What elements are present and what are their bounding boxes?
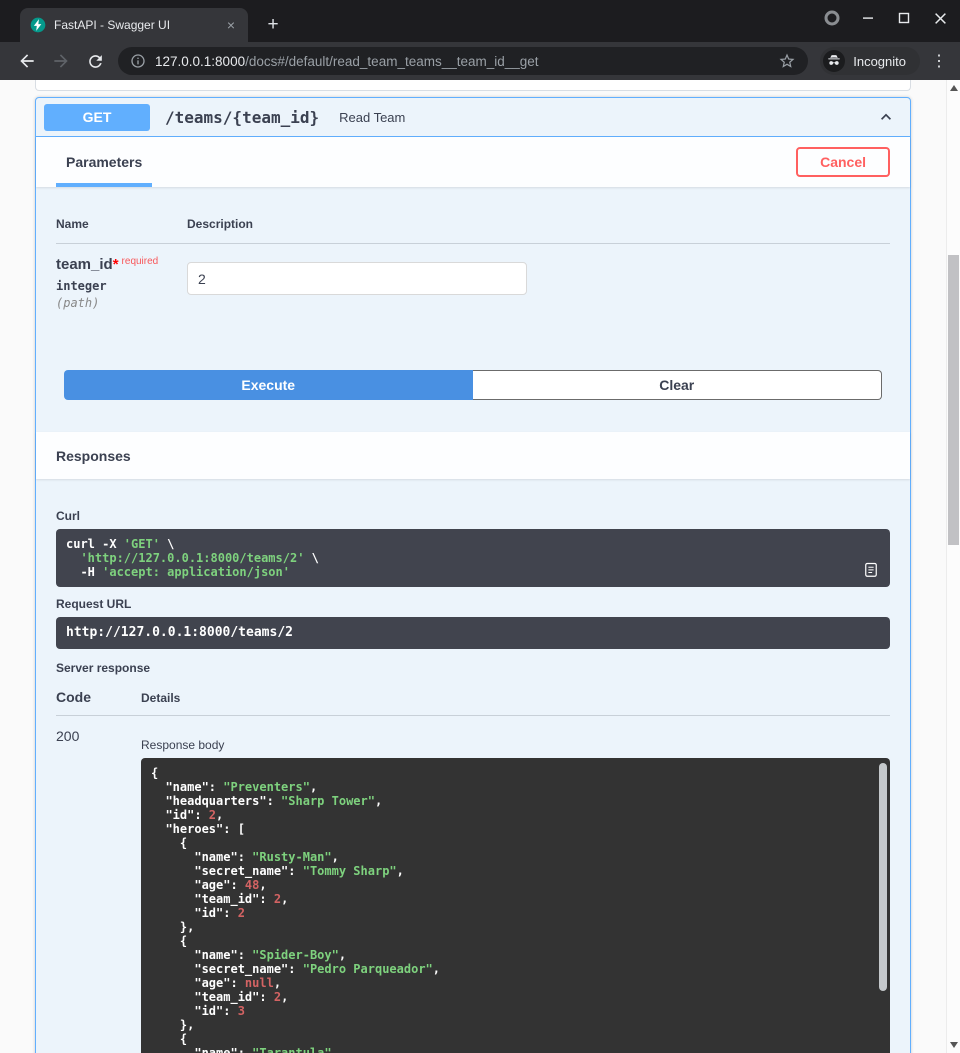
- fastapi-favicon-icon: [30, 17, 46, 33]
- parameter-name: team_id*required: [56, 256, 187, 273]
- browser-window: FastAPI - Swagger UI × +: [0, 0, 960, 1053]
- code-column-header: Code: [56, 689, 141, 705]
- response-row: 200 Response body { "name": "Preventers"…: [56, 716, 890, 1053]
- description-column-header: Description: [187, 217, 253, 231]
- responses-section-header: Responses: [36, 432, 910, 479]
- url-bar[interactable]: 127.0.0.1:8000/docs#/default/read_team_t…: [118, 47, 808, 75]
- response-body-label: Response body: [141, 738, 890, 752]
- response-table-header: Code Details: [56, 689, 890, 716]
- swagger-page: GET /teams/{team_id} Read Team Parameter…: [0, 80, 946, 1053]
- url-host: 127.0.0.1:8000: [155, 54, 245, 69]
- new-tab-button[interactable]: +: [260, 12, 286, 38]
- parameters-section-header: Parameters Cancel: [36, 137, 910, 187]
- execute-wrapper: Execute Clear: [64, 370, 882, 400]
- parameter-type: integer: [56, 279, 187, 293]
- request-url-label: Request URL: [56, 597, 890, 611]
- response-body-code: { "name": "Preventers", "headquarters": …: [151, 766, 880, 1053]
- url-path: /docs#/default/read_team_teams__team_id_…: [245, 54, 538, 69]
- collapse-chevron-up-icon[interactable]: [876, 107, 896, 127]
- status-code: 200: [56, 728, 141, 1053]
- parameters-table-header: Name Description: [56, 217, 890, 244]
- name-column-header: Name: [56, 217, 187, 231]
- url-text: 127.0.0.1:8000/docs#/default/read_team_t…: [155, 54, 770, 69]
- browser-tab[interactable]: FastAPI - Swagger UI ×: [20, 8, 248, 42]
- responses-title: Responses: [56, 448, 131, 464]
- scroll-down-arrow-icon[interactable]: [950, 1042, 958, 1048]
- bookmark-star-icon[interactable]: [778, 52, 796, 70]
- reload-icon[interactable]: [84, 50, 106, 72]
- parameter-description: [187, 256, 527, 310]
- responses-container: Curl curl -X 'GET' \ 'http://127.0.0.1:8…: [36, 479, 910, 1053]
- page-scrollbar-thumb[interactable]: [948, 255, 959, 545]
- request-url-value: http://127.0.0.1:8000/teams/2: [66, 625, 880, 641]
- window-controls: [824, 10, 948, 26]
- scroll-up-arrow-icon[interactable]: [950, 85, 958, 91]
- browser-menu-icon[interactable]: ⋮: [928, 50, 950, 72]
- close-window-icon[interactable]: [932, 10, 948, 26]
- clear-button[interactable]: Clear: [473, 370, 883, 400]
- response-details: Response body { "name": "Preventers", "h…: [141, 728, 890, 1053]
- forward-icon[interactable]: [50, 50, 72, 72]
- parameters-container: Name Description team_id*required intege…: [36, 187, 910, 432]
- required-star: *: [113, 256, 119, 273]
- incognito-badge: Incognito: [820, 47, 920, 75]
- curl-label: Curl: [56, 509, 890, 523]
- cancel-button[interactable]: Cancel: [796, 147, 890, 177]
- required-label: required: [122, 256, 159, 267]
- request-url-block: http://127.0.0.1:8000/teams/2: [56, 617, 890, 649]
- parameter-meta: team_id*required integer (path): [56, 256, 187, 310]
- endpoint-summary: Read Team: [339, 110, 405, 125]
- opblock-get-teams: GET /teams/{team_id} Read Team Parameter…: [35, 97, 911, 1053]
- minimize-icon[interactable]: [860, 10, 876, 26]
- response-body-scrollbar-thumb[interactable]: [879, 763, 887, 991]
- browser-titlebar: FastAPI - Swagger UI × +: [0, 0, 960, 42]
- execute-button[interactable]: Execute: [64, 370, 473, 400]
- curl-block: curl -X 'GET' \ 'http://127.0.0.1:8000/t…: [56, 529, 890, 587]
- incognito-icon: [823, 50, 845, 72]
- tab-close-icon[interactable]: ×: [222, 16, 240, 34]
- copy-to-clipboard-icon[interactable]: [862, 560, 880, 579]
- server-response-label: Server response: [56, 661, 890, 675]
- curl-code: curl -X 'GET' \ 'http://127.0.0.1:8000/t…: [66, 537, 880, 579]
- browser-toolbar: 127.0.0.1:8000/docs#/default/read_team_t…: [0, 42, 960, 80]
- team-id-input[interactable]: [187, 262, 527, 295]
- browser-update-icon[interactable]: [824, 10, 840, 26]
- incognito-label: Incognito: [853, 54, 906, 69]
- details-column-header: Details: [141, 691, 180, 705]
- tab-title: FastAPI - Swagger UI: [54, 18, 222, 32]
- endpoint-path: /teams/{team_id}: [165, 108, 319, 127]
- page-info-icon[interactable]: [130, 53, 146, 69]
- previous-block-bottom-edge: [35, 80, 911, 91]
- page-scrollbar[interactable]: [946, 80, 960, 1053]
- back-icon[interactable]: [16, 50, 38, 72]
- parameter-row: team_id*required integer (path): [56, 244, 890, 310]
- response-body-block: { "name": "Preventers", "headquarters": …: [141, 758, 890, 1053]
- method-badge: GET: [44, 104, 150, 131]
- parameter-location: (path): [56, 296, 187, 310]
- maximize-icon[interactable]: [896, 10, 912, 26]
- tab-parameters[interactable]: Parameters: [56, 137, 152, 187]
- opblock-summary[interactable]: GET /teams/{team_id} Read Team: [36, 98, 910, 137]
